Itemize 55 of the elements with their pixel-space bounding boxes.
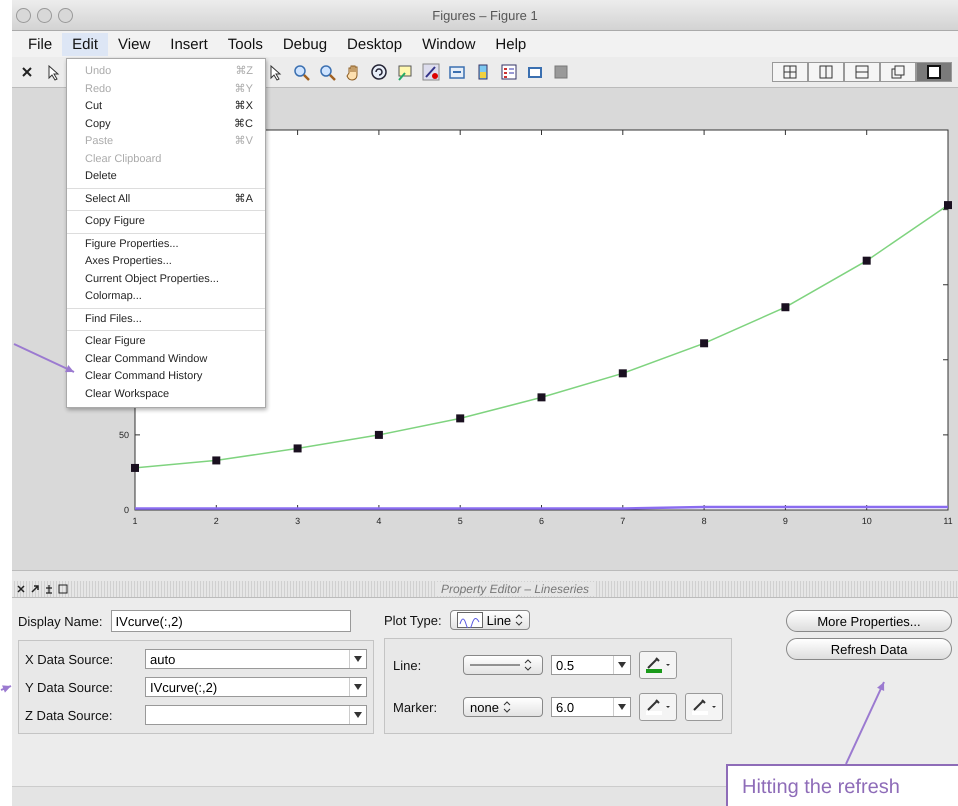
menu-item[interactable]: Debug [272, 32, 338, 56]
field-label: Z Data Source: [25, 708, 114, 722]
x-tick-label: 1 [132, 516, 138, 526]
menu-item[interactable]: Clear Command Window [67, 350, 265, 368]
popup-menu[interactable]: Line [450, 610, 530, 630]
menu-item[interactable]: Desktop [337, 32, 412, 56]
field-label: Line: [393, 658, 422, 672]
combo-box[interactable]: 6.0 [551, 697, 631, 717]
x-tick-label: 6 [539, 516, 544, 526]
menu-item[interactable]: Edit [62, 32, 108, 56]
combo-box[interactable]: auto [145, 649, 367, 669]
x-tick-label: 11 [943, 516, 953, 526]
x-tick-label: 8 [702, 516, 707, 526]
menu-item[interactable]: Clear Workspace [67, 386, 265, 403]
x-tick-label: 4 [376, 516, 382, 526]
combo-box[interactable]: IVcurve(:,2) [145, 677, 367, 697]
field-label: Marker: [393, 700, 438, 714]
y-tick-label: 0 [124, 505, 129, 515]
button[interactable]: More Properties... [786, 610, 952, 632]
panel-title: Property Editor – Lineseries [434, 582, 596, 596]
menu-item[interactable]: Figure Properties... [67, 236, 265, 253]
menu-item[interactable]: Delete [67, 168, 265, 186]
menu-item[interactable]: File [18, 32, 62, 56]
menu-item[interactable]: Clear Figure [67, 333, 265, 350]
menu-item[interactable]: View [108, 32, 160, 56]
combo-box[interactable]: 0.5 [551, 655, 631, 675]
button[interactable]: Refresh Data [786, 638, 952, 660]
menu-item[interactable]: Cut ⌘X [67, 98, 265, 116]
field-label: X Data Source: [25, 652, 114, 666]
y-tick-label: 50 [118, 430, 129, 440]
window-title: Figures – Figure 1 [432, 8, 538, 22]
menu-item[interactable]: Colormap... [67, 288, 265, 306]
menu-item[interactable]: Copy Figure [67, 213, 265, 230]
text-field[interactable]: IVcurve(:,2) [110, 610, 351, 632]
menu-item[interactable]: Select All ⌘A [67, 190, 265, 208]
menu-item[interactable]: Insert [160, 32, 218, 56]
menu-item[interactable]: Find Files... [67, 310, 265, 328]
x-tick-label: 9 [782, 516, 788, 526]
menu-item[interactable]: Help [485, 32, 536, 56]
x-tick-label: 5 [458, 516, 463, 526]
menu-item[interactable]: Window [412, 32, 486, 56]
menu-item[interactable]: Tools [218, 32, 273, 56]
field-label: Plot Type: [384, 612, 442, 628]
popup-menu[interactable]: none [463, 697, 543, 717]
menu-item[interactable]: Current Object Properties... [67, 270, 265, 288]
menu-item[interactable]: Axes Properties... [67, 253, 265, 270]
field-label: Y Data Source: [25, 680, 114, 694]
field-label: Display Name: [18, 614, 103, 628]
x-tick-label: 7 [620, 516, 626, 526]
x-tick-label: 3 [295, 516, 300, 526]
menu-item[interactable]: Clear Command History [67, 368, 265, 386]
callout-text: Hitting the refresh [726, 764, 958, 806]
x-tick-label: 10 [862, 516, 872, 526]
x-tick-label: 2 [214, 516, 219, 526]
menu-item[interactable]: Copy ⌘C [67, 116, 265, 133]
